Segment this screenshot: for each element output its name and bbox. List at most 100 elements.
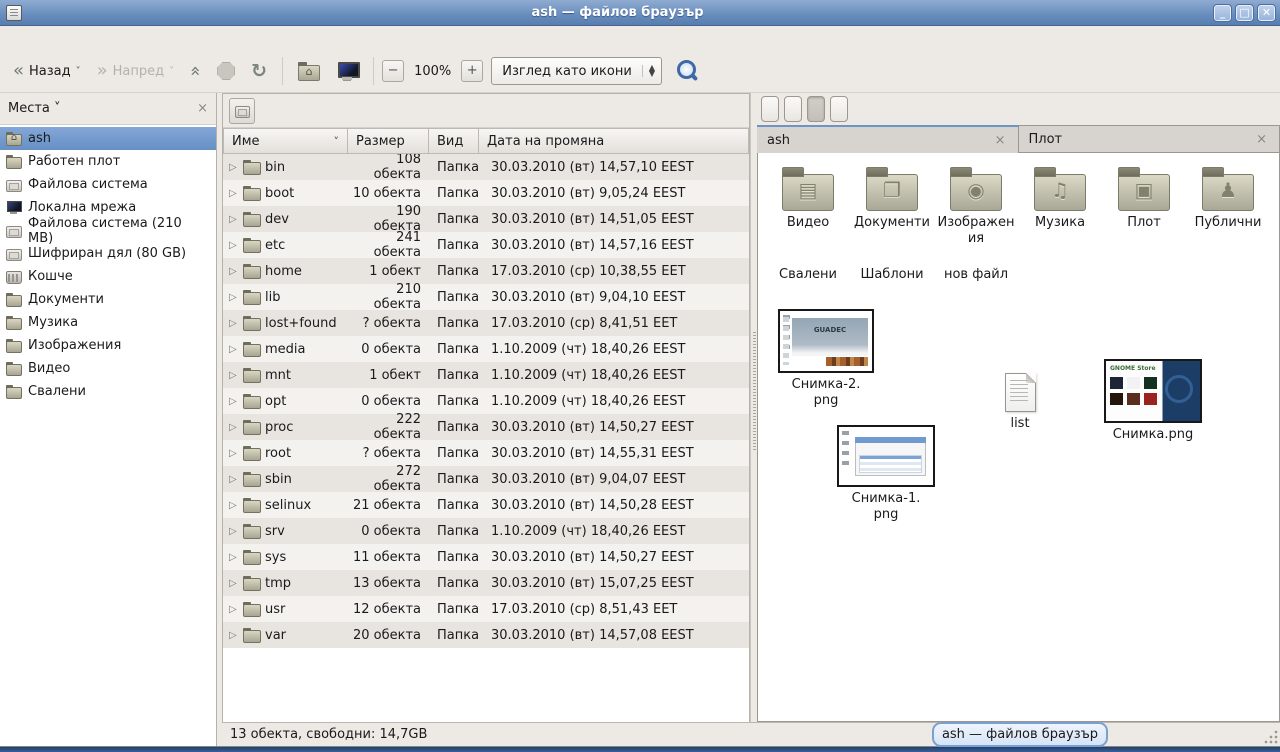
sidebar-item[interactable]: Видео <box>0 357 216 380</box>
sidebar-item[interactable]: Шифриран дял (80 GB) <box>0 242 216 265</box>
grid-item[interactable]: list <box>978 365 1062 432</box>
expander-icon[interactable]: ▷ <box>229 474 239 485</box>
table-row[interactable]: ▷ boot 10 обекта Папка 30.03.2010 (вт) 9… <box>223 180 749 206</box>
column-header-kind[interactable]: Вид <box>429 128 479 154</box>
table-row[interactable]: ▷ lost+found ? обекта Папка 17.03.2010 (… <box>223 310 749 336</box>
table-row[interactable]: ▷ sbin 272 обекта Папка 30.03.2010 (вт) … <box>223 466 749 492</box>
expander-icon[interactable]: ▷ <box>229 370 239 381</box>
reload-button[interactable]: ↻ <box>244 55 274 87</box>
sidebar-close-icon[interactable]: × <box>197 101 208 116</box>
sidebar-item[interactable]: Изображения <box>0 334 216 357</box>
tab[interactable]: Плот × <box>1019 125 1280 153</box>
table-row[interactable]: ▷ usr 12 обекта Папка 17.03.2010 (ср) 8,… <box>223 596 749 622</box>
menu-item[interactable] <box>4 35 24 41</box>
expander-icon[interactable]: ▷ <box>229 214 239 225</box>
stop-button[interactable] <box>210 57 242 85</box>
expander-icon[interactable]: ▷ <box>229 604 239 615</box>
titlebar[interactable]: ash — файлов браузър _ □ ✕ <box>0 0 1280 26</box>
expander-icon[interactable]: ▷ <box>229 500 239 511</box>
table-row[interactable]: ▷ proc 222 обекта Папка 30.03.2010 (вт) … <box>223 414 749 440</box>
expander-icon[interactable]: ▷ <box>229 396 239 407</box>
pane-splitter[interactable] <box>750 93 757 722</box>
root-filesystem-button[interactable] <box>229 98 255 124</box>
sidebar-item[interactable]: ash <box>0 127 216 150</box>
back-dropdown-icon[interactable]: ˅ <box>76 66 81 77</box>
expander-icon[interactable]: ▷ <box>229 292 239 303</box>
pathbar-button[interactable]: home <box>784 96 802 122</box>
maximize-button[interactable]: □ <box>1235 4 1254 22</box>
sidebar-item[interactable]: Работен плот <box>0 150 216 173</box>
icon-view[interactable]: ▤ Видео ❐ Документи ◉ Изображен ия ♫ <box>757 153 1280 722</box>
table-row[interactable]: ▷ var 20 обекта Папка 30.03.2010 (вт) 14… <box>223 622 749 648</box>
expander-icon[interactable]: ▷ <box>229 578 239 589</box>
table-row[interactable]: ▷ home 1 обект Папка 17.03.2010 (ср) 10,… <box>223 258 749 284</box>
table-row[interactable]: ▷ srv 0 обекта Папка 1.10.2009 (чт) 18,4… <box>223 518 749 544</box>
sidebar-item[interactable]: Документи <box>0 288 216 311</box>
expander-icon[interactable]: ▷ <box>229 526 239 537</box>
expander-icon[interactable]: ▷ <box>229 318 239 329</box>
home-button[interactable]: ⌂ <box>291 56 327 86</box>
table-row[interactable]: ▷ media 0 обекта Папка 1.10.2009 (чт) 18… <box>223 336 749 362</box>
resize-grip[interactable] <box>1264 730 1278 744</box>
expander-icon[interactable]: ▷ <box>229 266 239 277</box>
pathbar-button[interactable]: ash <box>807 96 825 122</box>
minimize-button[interactable]: _ <box>1213 4 1232 22</box>
expander-icon[interactable]: ▷ <box>229 630 239 641</box>
grid-item[interactable]: Снимка-1. png <box>826 421 946 523</box>
view-mode-select[interactable]: Изглед като икони ▲▼ <box>491 57 662 85</box>
menu-item[interactable] <box>64 35 84 41</box>
expander-icon[interactable]: ▷ <box>229 162 239 173</box>
search-button[interactable] <box>674 58 700 84</box>
grid-item[interactable]: ▤ Видео <box>766 165 850 231</box>
grid-item[interactable]: Снимка.png <box>1088 355 1218 443</box>
menu-item[interactable] <box>84 35 104 41</box>
table-row[interactable]: ▷ bin 108 обекта Папка 30.03.2010 (вт) 1… <box>223 154 749 180</box>
up-button[interactable]: » <box>183 58 208 84</box>
grid-item[interactable]: ❐ Документи <box>850 165 934 231</box>
pathbar-button[interactable] <box>761 96 779 122</box>
menu-item[interactable] <box>44 35 64 41</box>
menu-item[interactable] <box>24 35 44 41</box>
table-row[interactable]: ▷ dev 190 обекта Папка 30.03.2010 (вт) 1… <box>223 206 749 232</box>
grid-item[interactable]: нов файл <box>934 263 1018 283</box>
zoom-in-button[interactable]: + <box>461 60 483 82</box>
grid-item[interactable]: ♟ Публични <box>1186 165 1270 231</box>
menu-item[interactable] <box>104 35 124 41</box>
expander-icon[interactable]: ▷ <box>229 552 239 563</box>
forward-button[interactable]: » Напред ˅ <box>90 58 182 84</box>
table-row[interactable]: ▷ tmp 13 обекта Папка 30.03.2010 (вт) 15… <box>223 570 749 596</box>
forward-dropdown-icon[interactable]: ˅ <box>169 66 174 77</box>
table-row[interactable]: ▷ opt 0 обекта Папка 1.10.2009 (чт) 18,4… <box>223 388 749 414</box>
column-header-name[interactable]: Име ˅ <box>223 128 348 154</box>
table-row[interactable]: ▷ sys 11 обекта Папка 30.03.2010 (вт) 14… <box>223 544 749 570</box>
close-button[interactable]: ✕ <box>1257 4 1276 22</box>
table-row[interactable]: ▷ root ? обекта Папка 30.03.2010 (вт) 14… <box>223 440 749 466</box>
expander-icon[interactable]: ▷ <box>229 448 239 459</box>
sidebar-item[interactable]: Файлова система <box>0 173 216 196</box>
computer-button[interactable] <box>329 57 365 85</box>
expander-icon[interactable]: ▷ <box>229 188 239 199</box>
sidebar-item[interactable]: Файлова система (210 MB) <box>0 219 216 242</box>
grid-item[interactable]: ♫ Музика <box>1018 165 1102 231</box>
column-header-size[interactable]: Размер <box>348 128 429 154</box>
table-row[interactable]: ▷ selinux 21 обекта Папка 30.03.2010 (вт… <box>223 492 749 518</box>
taskbar-window-button[interactable]: ash — файлов браузър <box>932 722 1108 747</box>
zoom-out-button[interactable]: − <box>382 60 404 82</box>
tab-close-icon[interactable]: × <box>993 133 1008 148</box>
grid-item[interactable]: Снимка-2. png <box>766 305 886 409</box>
places-selector[interactable]: Места ˅ <box>8 101 197 116</box>
sidebar-item[interactable]: Свалени <box>0 380 216 403</box>
grid-item[interactable]: ◉ Изображен ия <box>934 165 1018 247</box>
table-row[interactable]: ▷ mnt 1 обект Папка 1.10.2009 (чт) 18,40… <box>223 362 749 388</box>
grid-item[interactable]: ▣ Плот <box>1102 165 1186 231</box>
expander-icon[interactable]: ▷ <box>229 344 239 355</box>
sidebar-item[interactable]: Музика <box>0 311 216 334</box>
grid-item[interactable]: ❏ Шаблони <box>850 263 934 283</box>
pathbar-button[interactable]: Работен плот <box>830 96 848 122</box>
tab-close-icon[interactable]: × <box>1254 132 1269 147</box>
grid-item[interactable]: ↓ Свалени <box>766 263 850 283</box>
sidebar-item[interactable]: Кошче <box>0 265 216 288</box>
back-button[interactable]: « Назад ˅ <box>6 58 88 84</box>
expander-icon[interactable]: ▷ <box>229 422 239 433</box>
expander-icon[interactable]: ▷ <box>229 240 239 251</box>
